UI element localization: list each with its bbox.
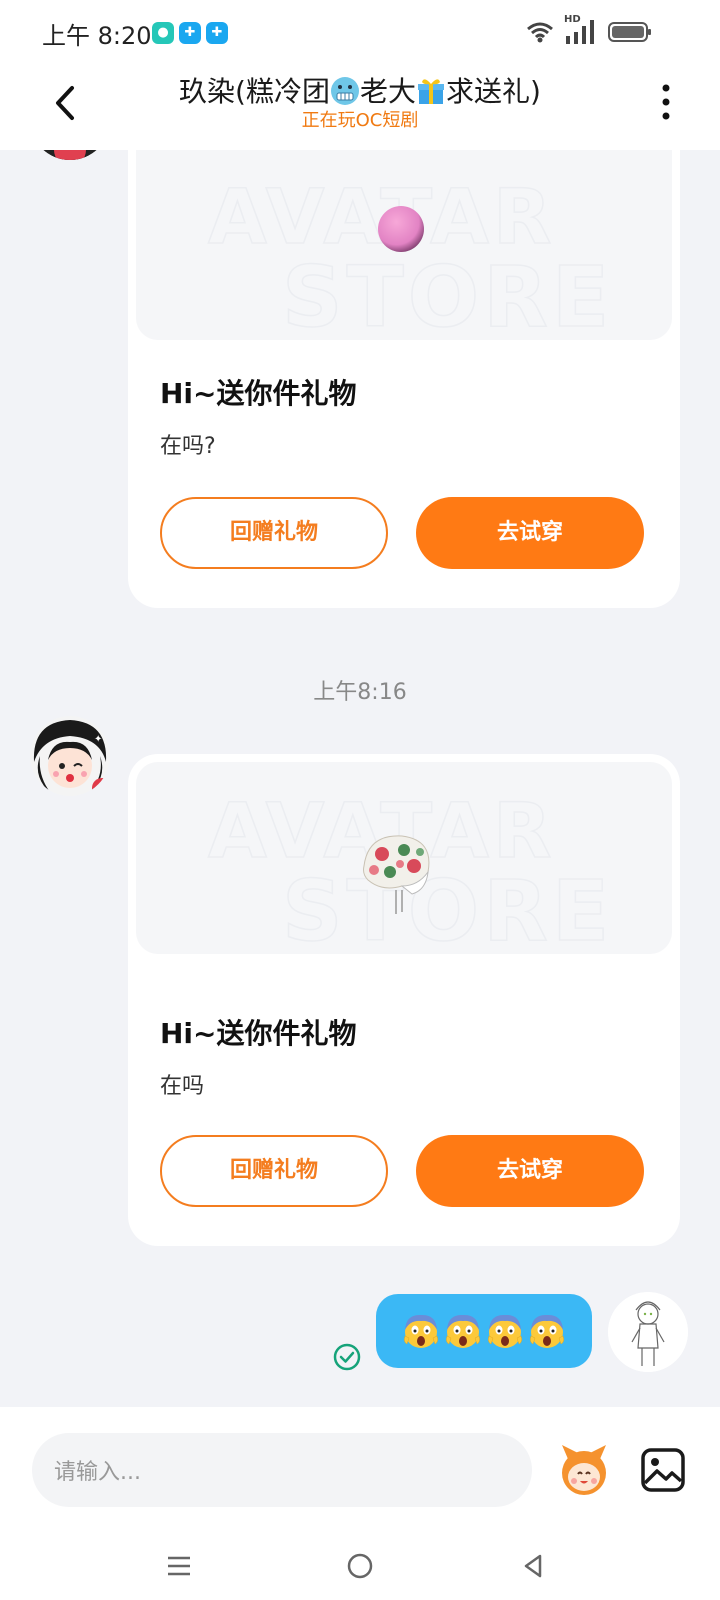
watermark-store: STORE xyxy=(281,861,614,954)
screaming-face-emoji xyxy=(404,1314,438,1348)
home-icon[interactable] xyxy=(345,1551,375,1581)
gift-card: AVATAR STORE Hi~送你件礼物 在吗? 回赠礼物 去试穿 xyxy=(128,150,680,608)
status-indicators: HD xyxy=(526,14,652,44)
screaming-face-emoji xyxy=(446,1314,480,1348)
chat-header: 玖染(糕冷团 老大 求送礼) 正在玩OC短剧 xyxy=(0,66,720,150)
svg-text:✦: ✦ xyxy=(94,734,102,745)
pink-ball-item xyxy=(378,206,424,252)
gift-emoji xyxy=(418,79,444,104)
status-time: 上午 8:20 xyxy=(42,22,152,50)
try-on-button[interactable]: 去试穿 xyxy=(416,497,644,569)
chat-subtitle: 正在玩OC短剧 xyxy=(301,110,419,131)
notification-icons: ● ✚ ✚ xyxy=(152,22,228,44)
image-gallery-icon[interactable] xyxy=(640,1447,686,1493)
try-on-button[interactable]: 去试穿 xyxy=(416,1135,644,1207)
gift-card-message: 在吗? xyxy=(160,434,216,459)
sent-check-icon xyxy=(333,1343,361,1371)
my-avatar[interactable] xyxy=(608,1292,688,1372)
gift-card-message: 在吗 xyxy=(160,1074,205,1099)
chat-title: 玖染(糕冷团 老大 求送礼) xyxy=(0,70,720,110)
message-app-icon: ● xyxy=(152,22,174,44)
message-timestamp: 上午8:16 xyxy=(313,680,407,705)
gift-image[interactable]: AVATAR STORE xyxy=(136,762,672,954)
cold-face-emoji xyxy=(330,77,359,105)
battery-icon xyxy=(608,22,651,42)
gift-card: AVATAR STORE Hi~送你件礼物 在吗 回赠礼物 去试穿 xyxy=(128,754,680,1246)
system-nav-bar xyxy=(0,1537,720,1600)
return-gift-button[interactable]: 回赠礼物 xyxy=(160,497,388,569)
sender-avatar[interactable] xyxy=(30,150,110,160)
sender-avatar[interactable]: ✦ xyxy=(30,716,110,796)
title-text-2: 老大 xyxy=(359,75,416,108)
status-bar: 上午 8:20 ● ✚ ✚ HD xyxy=(0,0,720,66)
message-input[interactable]: 请输入... xyxy=(32,1433,532,1507)
puzzle-app-icon: ✚ xyxy=(179,22,201,44)
return-gift-button[interactable]: 回赠礼物 xyxy=(160,1135,388,1207)
back-triangle-icon[interactable] xyxy=(518,1551,548,1581)
puzzle-app-icon: ✚ xyxy=(206,22,228,44)
wifi-icon xyxy=(527,22,553,43)
screaming-face-emoji xyxy=(530,1314,564,1348)
chat-area[interactable]: AVATAR STORE Hi~送你件礼物 在吗? 回赠礼物 去试穿 上午8:1… xyxy=(0,150,720,1407)
floral-beret-item xyxy=(363,835,430,914)
signal-icon: HD xyxy=(564,14,598,44)
menu-icon[interactable] xyxy=(164,1551,194,1581)
screaming-face-emoji xyxy=(488,1314,522,1348)
gift-card-title: Hi~送你件礼物 xyxy=(160,1017,357,1050)
input-bar: 请输入... xyxy=(0,1407,720,1537)
more-options-icon[interactable] xyxy=(656,82,676,122)
gift-card-title: Hi~送你件礼物 xyxy=(160,377,357,410)
gift-image[interactable]: AVATAR STORE xyxy=(136,150,672,340)
sticker-mascot-icon[interactable] xyxy=(556,1441,612,1497)
title-text-1: 玖染(糕冷团 xyxy=(179,75,330,108)
sent-message-bubble[interactable] xyxy=(376,1294,592,1368)
title-text-3: 求送礼) xyxy=(446,75,541,108)
watermark-store: STORE xyxy=(281,247,614,340)
